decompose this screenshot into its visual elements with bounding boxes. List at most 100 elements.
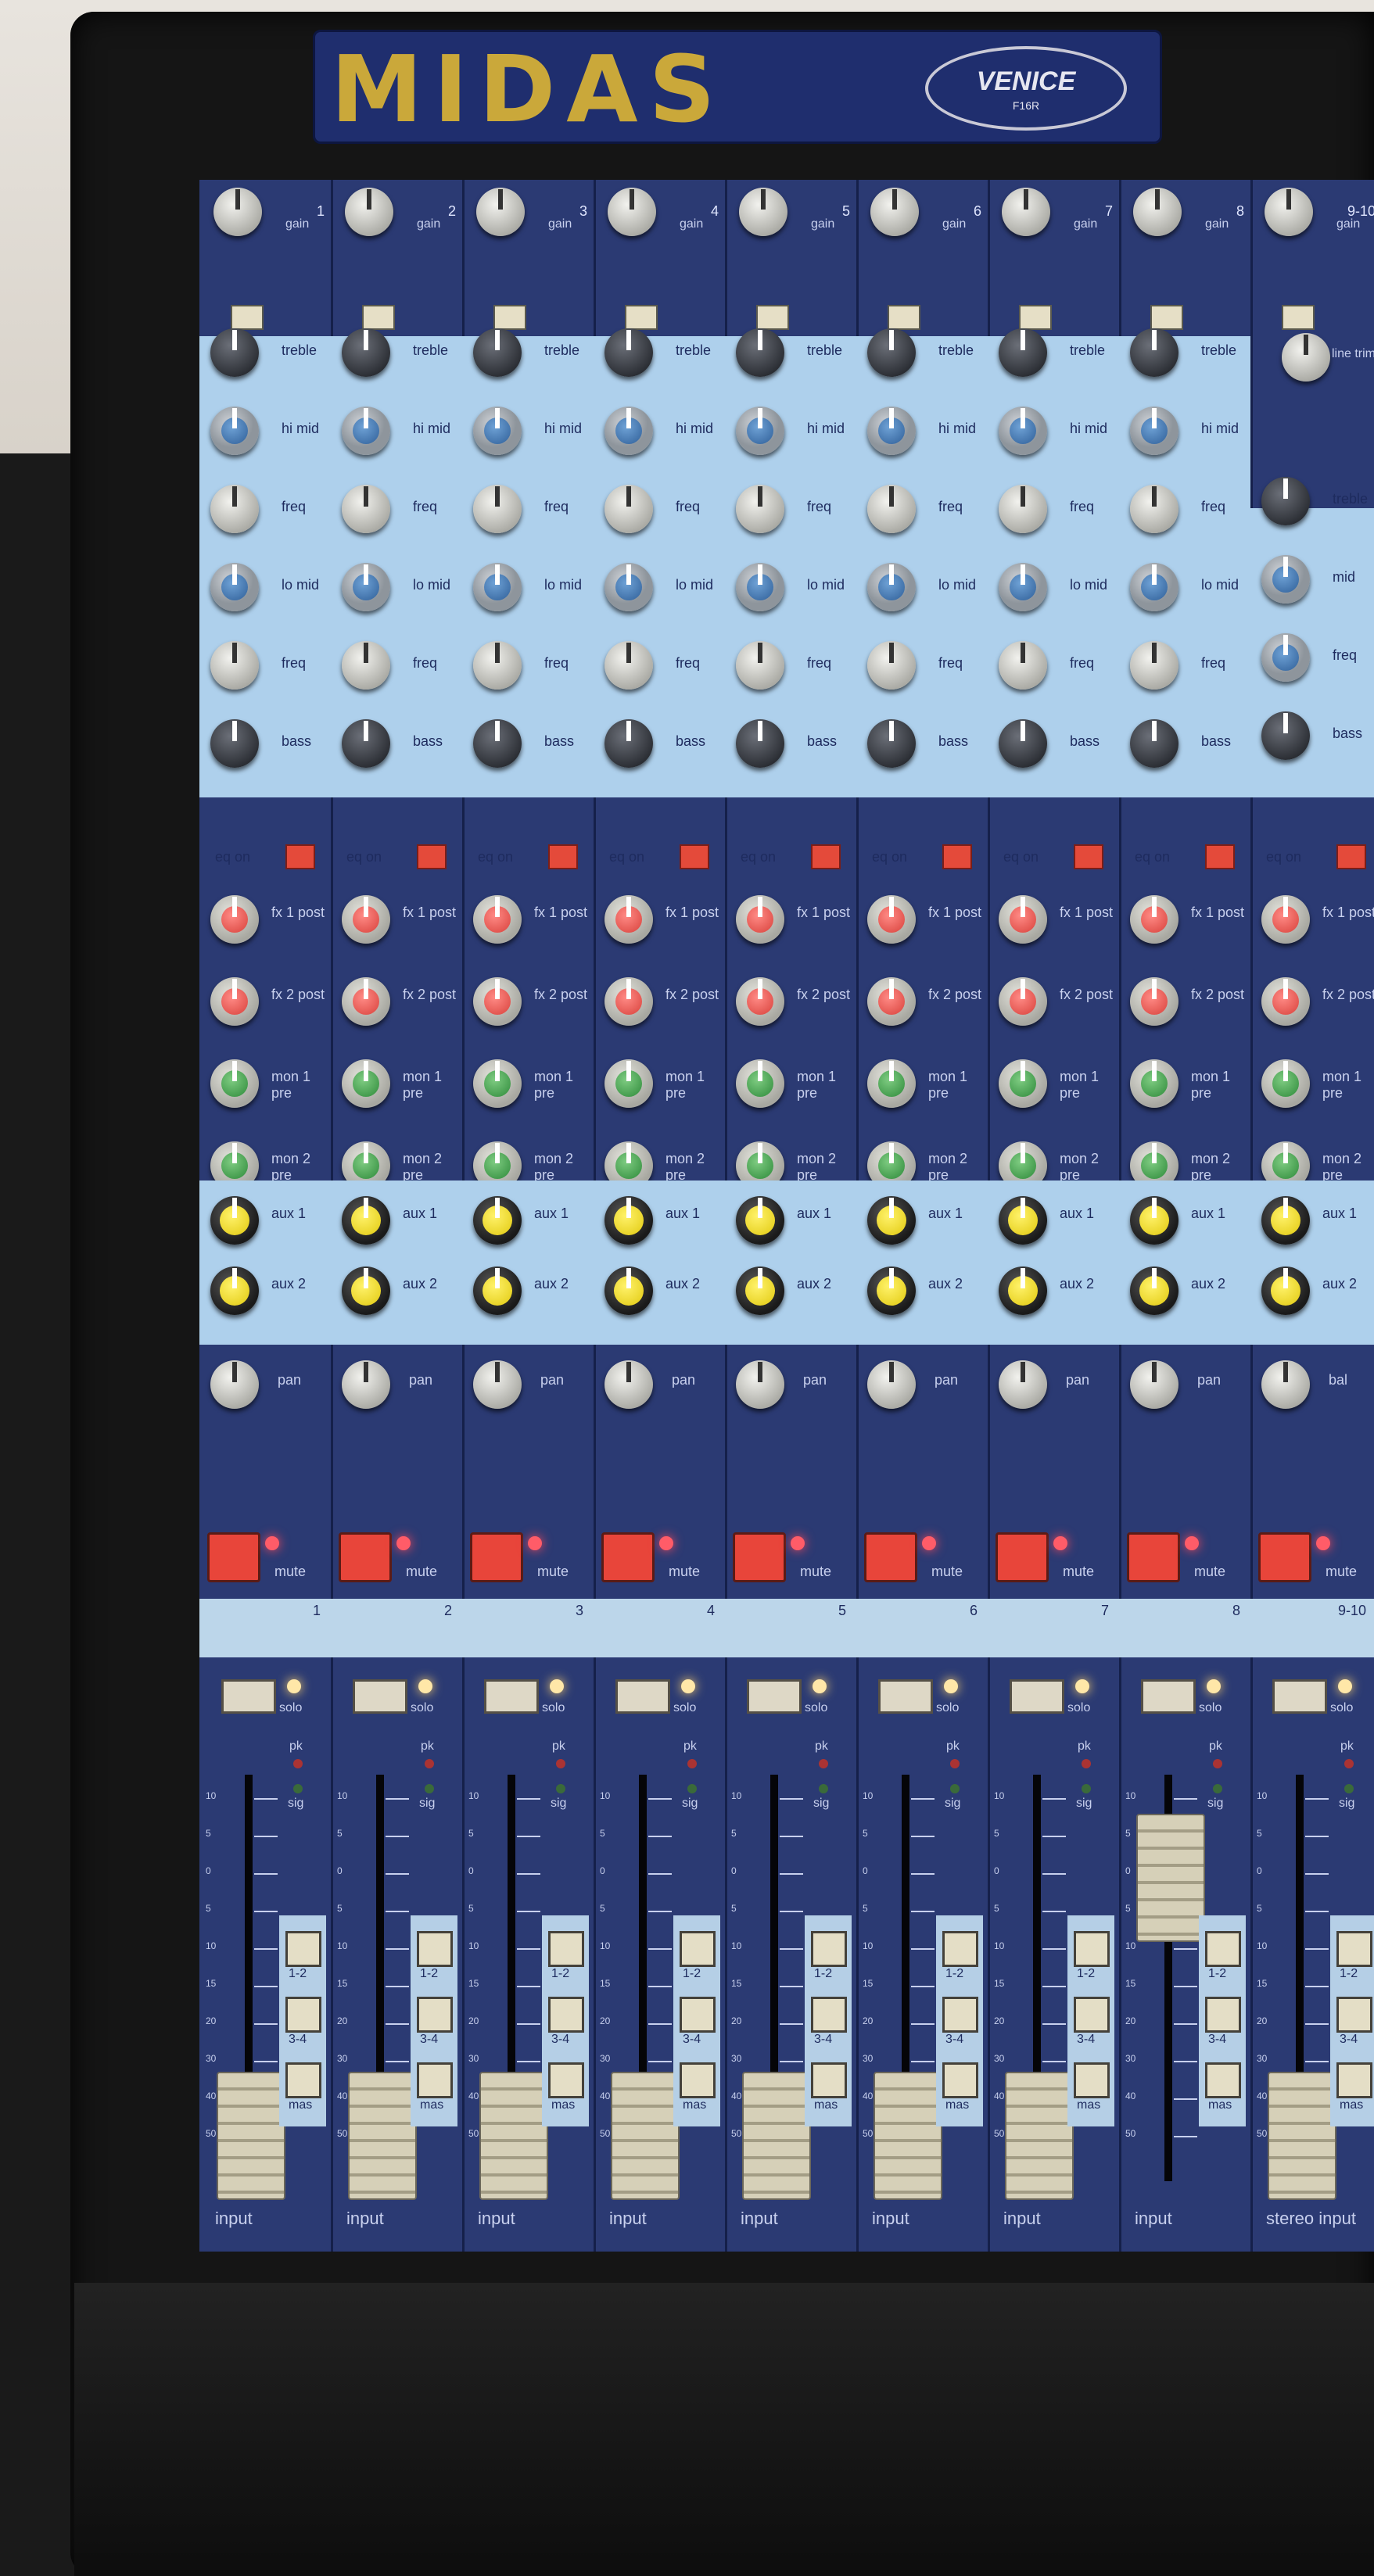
- eq-knob-4[interactable]: [210, 563, 259, 611]
- send-knob-1[interactable]: [867, 895, 916, 944]
- balance-knob[interactable]: [1261, 1360, 1310, 1409]
- input-select-switch[interactable]: [1282, 305, 1315, 330]
- input-select-switch[interactable]: [625, 305, 658, 330]
- pan-knob[interactable]: [604, 1360, 653, 1409]
- mute-button[interactable]: [996, 1532, 1049, 1582]
- solo-button[interactable]: [1272, 1679, 1327, 1714]
- gain-knob[interactable]: [213, 188, 262, 236]
- routing-button-2[interactable]: [811, 1997, 847, 2033]
- routing-button-1[interactable]: [1074, 1931, 1110, 1967]
- eq-knob-2[interactable]: [1130, 407, 1178, 455]
- send-knob-1[interactable]: [342, 895, 390, 944]
- fader-cap[interactable]: [874, 2072, 942, 2200]
- eq-knob-4[interactable]: [867, 563, 916, 611]
- send-knob-3[interactable]: [999, 1059, 1047, 1108]
- eq-knob-5[interactable]: [473, 641, 522, 690]
- send-knob-1[interactable]: [604, 895, 653, 944]
- routing-button-3[interactable]: [1336, 2062, 1372, 2098]
- aux-knob-1[interactable]: [604, 1196, 653, 1245]
- routing-button-2[interactable]: [942, 1997, 978, 2033]
- routing-button-2[interactable]: [1074, 1997, 1110, 2033]
- routing-button-2[interactable]: [285, 1997, 321, 2033]
- routing-button-1[interactable]: [285, 1931, 321, 1967]
- eq-knob-3[interactable]: [342, 485, 390, 533]
- eq-knob-1[interactable]: [736, 328, 784, 377]
- eq-knob-6[interactable]: [473, 719, 522, 768]
- input-select-switch[interactable]: [1150, 305, 1183, 330]
- eq-knob-6[interactable]: [999, 719, 1047, 768]
- send-knob-2[interactable]: [210, 977, 259, 1026]
- input-select-switch[interactable]: [888, 305, 920, 330]
- eq-knob-1[interactable]: [210, 328, 259, 377]
- eq-knob-6[interactable]: [342, 719, 390, 768]
- eq-on-button[interactable]: [811, 844, 841, 869]
- send-knob-3[interactable]: [1261, 1059, 1310, 1108]
- send-knob-2[interactable]: [473, 977, 522, 1026]
- routing-button-2[interactable]: [1336, 1997, 1372, 2033]
- pan-knob[interactable]: [736, 1360, 784, 1409]
- routing-button-2[interactable]: [417, 1997, 453, 2033]
- eq-knob-6[interactable]: [867, 719, 916, 768]
- eq-knob-3[interactable]: [604, 485, 653, 533]
- solo-button[interactable]: [484, 1679, 539, 1714]
- solo-button[interactable]: [878, 1679, 933, 1714]
- aux-knob-2[interactable]: [473, 1267, 522, 1315]
- mute-button[interactable]: [864, 1532, 917, 1582]
- send-knob-1[interactable]: [1261, 895, 1310, 944]
- mute-button[interactable]: [470, 1532, 523, 1582]
- eq-knob-4[interactable]: [473, 563, 522, 611]
- solo-button[interactable]: [1141, 1679, 1196, 1714]
- aux-knob-2[interactable]: [342, 1267, 390, 1315]
- input-select-switch[interactable]: [1019, 305, 1052, 330]
- eq-knob-3[interactable]: [1261, 633, 1310, 682]
- aux-knob-1[interactable]: [1130, 1196, 1178, 1245]
- send-knob-1[interactable]: [210, 895, 259, 944]
- routing-button-2[interactable]: [680, 1997, 716, 2033]
- send-knob-2[interactable]: [999, 977, 1047, 1026]
- send-knob-3[interactable]: [604, 1059, 653, 1108]
- send-knob-3[interactable]: [342, 1059, 390, 1108]
- send-knob-3[interactable]: [473, 1059, 522, 1108]
- routing-button-1[interactable]: [1205, 1931, 1241, 1967]
- fader-cap[interactable]: [1268, 2072, 1336, 2200]
- routing-button-3[interactable]: [1205, 2062, 1241, 2098]
- send-knob-2[interactable]: [1130, 977, 1178, 1026]
- send-knob-2[interactable]: [736, 977, 784, 1026]
- pan-knob[interactable]: [473, 1360, 522, 1409]
- eq-knob-6[interactable]: [604, 719, 653, 768]
- gain-knob[interactable]: [1002, 188, 1050, 236]
- routing-button-1[interactable]: [942, 1931, 978, 1967]
- gain-knob[interactable]: [739, 188, 787, 236]
- eq-on-button[interactable]: [680, 844, 709, 869]
- routing-button-3[interactable]: [285, 2062, 321, 2098]
- send-knob-3[interactable]: [210, 1059, 259, 1108]
- input-select-switch[interactable]: [231, 305, 264, 330]
- fader-cap[interactable]: [217, 2072, 285, 2200]
- eq-knob-6[interactable]: [210, 719, 259, 768]
- eq-knob-2[interactable]: [604, 407, 653, 455]
- eq-on-button[interactable]: [1074, 844, 1103, 869]
- gain-knob[interactable]: [345, 188, 393, 236]
- eq-knob-5[interactable]: [1130, 641, 1178, 690]
- eq-knob-2[interactable]: [342, 407, 390, 455]
- routing-button-1[interactable]: [680, 1931, 716, 1967]
- eq-knob-1[interactable]: [1261, 477, 1310, 525]
- eq-knob-6[interactable]: [736, 719, 784, 768]
- routing-button-3[interactable]: [548, 2062, 584, 2098]
- solo-button[interactable]: [1010, 1679, 1064, 1714]
- eq-knob-1[interactable]: [999, 328, 1047, 377]
- send-knob-3[interactable]: [1130, 1059, 1178, 1108]
- mute-button[interactable]: [1127, 1532, 1180, 1582]
- solo-button[interactable]: [615, 1679, 670, 1714]
- aux-knob-1[interactable]: [473, 1196, 522, 1245]
- eq-knob-4[interactable]: [1261, 711, 1310, 760]
- eq-on-button[interactable]: [1336, 844, 1366, 869]
- eq-knob-2[interactable]: [473, 407, 522, 455]
- eq-knob-5[interactable]: [342, 641, 390, 690]
- routing-button-3[interactable]: [942, 2062, 978, 2098]
- eq-knob-1[interactable]: [473, 328, 522, 377]
- mute-button[interactable]: [601, 1532, 655, 1582]
- eq-knob-3[interactable]: [867, 485, 916, 533]
- gain-knob[interactable]: [1133, 188, 1182, 236]
- eq-knob-2[interactable]: [999, 407, 1047, 455]
